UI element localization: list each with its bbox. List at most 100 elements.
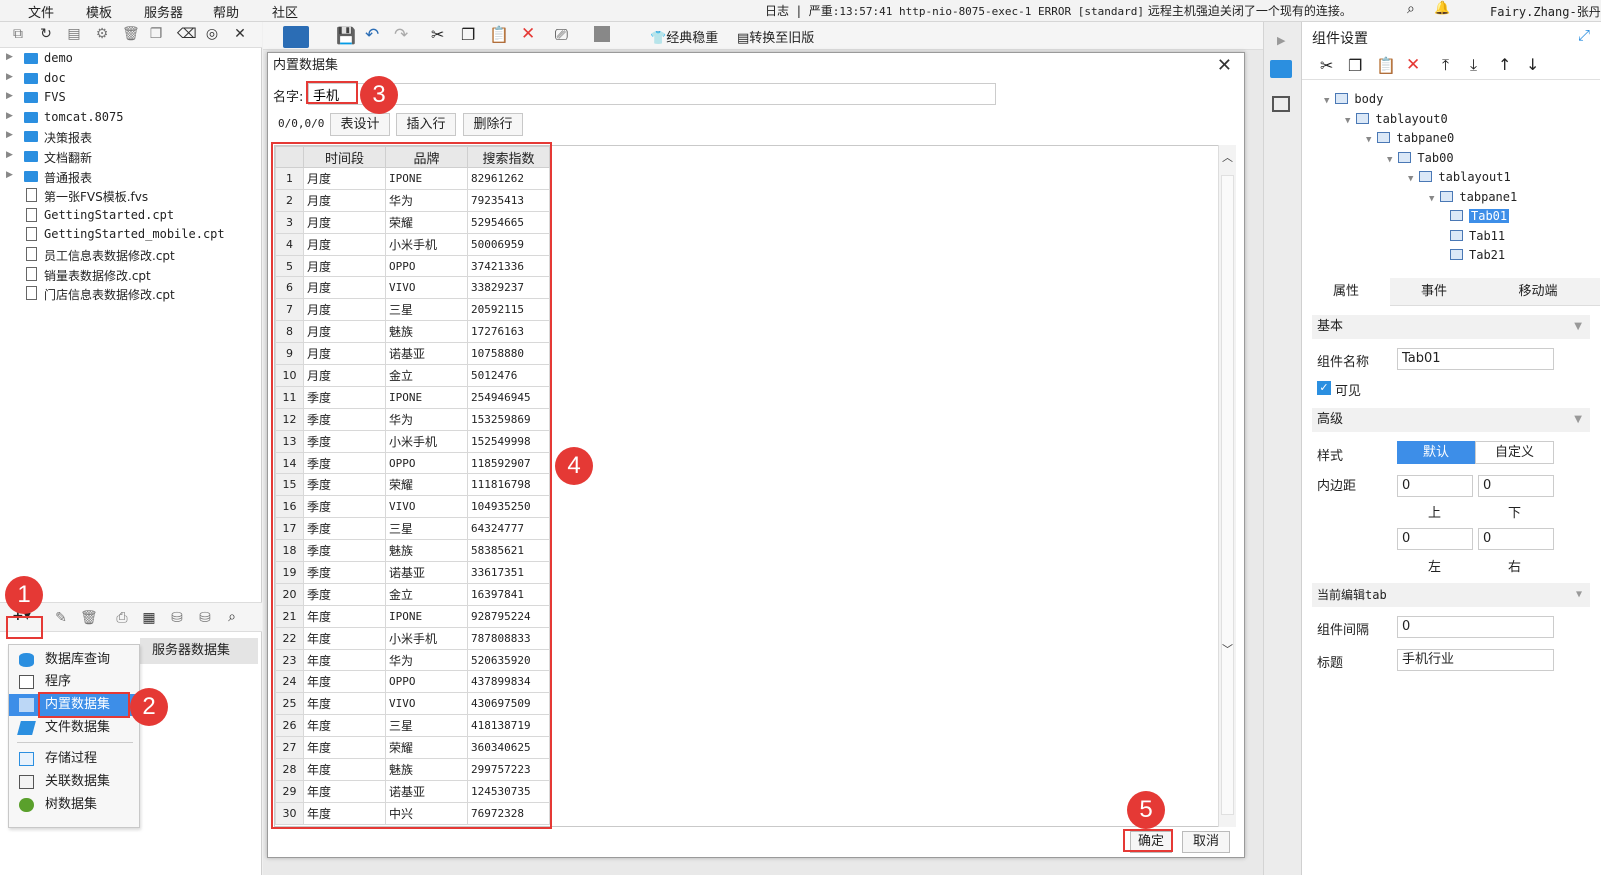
chevron-down-icon[interactable]: ▼ bbox=[1387, 155, 1392, 165]
preview-icon[interactable]: ⎙ bbox=[114, 610, 130, 626]
collapse-icon[interactable]: ✕ bbox=[232, 26, 248, 42]
pin-icon[interactable]: ⤢ bbox=[1578, 26, 1590, 44]
refresh-icon[interactable]: ↻ bbox=[38, 26, 54, 42]
style-custom-button[interactable]: 自定义 bbox=[1475, 441, 1554, 464]
cancel-button[interactable]: 取消 bbox=[1182, 831, 1230, 853]
tab-events[interactable]: 事件 bbox=[1390, 278, 1478, 306]
chevron-right-icon[interactable]: ▶ bbox=[6, 52, 13, 62]
redo-icon[interactable]: ↷ bbox=[394, 25, 408, 45]
delete-icon[interactable]: ✕ bbox=[1406, 55, 1420, 75]
menu-file-dataset[interactable]: 文件数据集 bbox=[9, 717, 139, 739]
move-down-icon[interactable]: ↓ bbox=[1526, 55, 1539, 74]
padding-bottom-input[interactable]: 0 bbox=[1478, 475, 1554, 497]
basic-section[interactable]: 基本 ▼ bbox=[1312, 315, 1590, 339]
delete-icon[interactable]: ✕ bbox=[521, 24, 535, 44]
server-dataset-tab[interactable]: 服务器数据集 bbox=[140, 638, 258, 664]
checkbox-icon[interactable]: ✓ bbox=[1317, 381, 1331, 395]
menu-server[interactable]: 服务器 bbox=[144, 2, 183, 21]
component-tree-item[interactable]: ▼ Tab00 bbox=[1387, 151, 1454, 165]
component-tree-item[interactable]: ▼ tabpane0 bbox=[1366, 131, 1454, 145]
paste-icon[interactable]: 📋 bbox=[1376, 56, 1396, 75]
chevron-right-icon[interactable]: ▶ bbox=[6, 130, 13, 140]
sql-icon[interactable]: ▦ bbox=[141, 610, 157, 626]
menu-tree-dataset[interactable]: 树数据集 bbox=[9, 794, 139, 816]
copy-icon[interactable]: ❐ bbox=[461, 25, 475, 44]
component-tree-item[interactable]: ▼ body bbox=[1324, 92, 1383, 106]
scroll-thumb[interactable] bbox=[1221, 175, 1234, 815]
delete-row-button[interactable]: 删除行 bbox=[463, 113, 523, 136]
edit-icon[interactable]: ✎ bbox=[53, 610, 69, 626]
menu-file[interactable]: 文件 bbox=[28, 2, 54, 21]
chevron-down-icon[interactable]: ▼ bbox=[1366, 135, 1371, 145]
remove-icon[interactable]: 🗑 bbox=[80, 610, 98, 626]
search-dataset-icon[interactable]: ⌕ bbox=[224, 609, 240, 625]
paste-icon[interactable]: 📋 bbox=[489, 25, 509, 44]
vertical-scrollbar[interactable]: ︿ ﹀ bbox=[1218, 145, 1236, 827]
menu-joined-dataset[interactable]: 关联数据集 bbox=[9, 771, 139, 793]
close-icon[interactable]: ✕ bbox=[1217, 55, 1232, 76]
menu-stored-procedure[interactable]: 存储过程 bbox=[9, 748, 139, 770]
table-design-button[interactable]: 表设计 bbox=[330, 113, 390, 136]
component-tree-item[interactable]: Tab11 bbox=[1450, 229, 1505, 243]
cut-icon[interactable]: ✂ bbox=[1320, 56, 1333, 75]
title-input[interactable]: 手机行业 bbox=[1397, 649, 1554, 671]
tab-properties[interactable]: 属性 bbox=[1302, 278, 1390, 306]
database-icon[interactable]: ⛁ bbox=[169, 610, 185, 626]
expand-icon[interactable]: ▶ bbox=[1277, 34, 1285, 47]
menu-template[interactable]: 模板 bbox=[86, 2, 112, 21]
cut-icon[interactable]: ✂ bbox=[431, 25, 444, 44]
open-icon[interactable]: ▤ bbox=[66, 26, 82, 42]
component-tree-item[interactable]: ▼ tabpane1 bbox=[1429, 190, 1517, 204]
padding-top-input[interactable]: 0 bbox=[1397, 475, 1473, 497]
new-file-icon[interactable]: ⧉ bbox=[10, 26, 26, 42]
component-tree-item[interactable]: ▼ tablayout1 bbox=[1408, 170, 1511, 184]
move-bottom-icon[interactable]: ⤓ bbox=[1470, 55, 1477, 75]
scroll-up-icon[interactable]: ︿ bbox=[1222, 149, 1233, 165]
advanced-section[interactable]: 高级 ▼ bbox=[1312, 408, 1590, 432]
bell-icon[interactable]: 🔔 bbox=[1434, 1, 1450, 16]
spacing-input[interactable]: 0 bbox=[1397, 616, 1554, 638]
log-bar[interactable]: 日志 | 严重:13:57:41 http-nio-8075-exec-1 ER… bbox=[765, 2, 1352, 19]
name-field[interactable] bbox=[308, 83, 996, 105]
user-name[interactable]: Fairy.Zhang-张丹 bbox=[1490, 3, 1601, 20]
save-icon[interactable]: 💾 bbox=[336, 26, 356, 45]
layout-icon[interactable] bbox=[1272, 96, 1290, 112]
menu-program[interactable]: 程序 bbox=[9, 671, 139, 693]
chevron-right-icon[interactable]: ▶ bbox=[6, 91, 13, 101]
component-tree-item[interactable]: Tab21 bbox=[1450, 248, 1505, 262]
chevron-down-icon[interactable]: ▼ bbox=[1345, 116, 1350, 126]
scroll-down-icon[interactable]: ﹀ bbox=[1222, 641, 1233, 657]
copy-icon[interactable]: ❐ bbox=[1348, 56, 1362, 75]
trash-icon[interactable]: ⌫ bbox=[177, 26, 197, 42]
component-tree-item[interactable]: Tab01 bbox=[1450, 209, 1510, 223]
insert-row-button[interactable]: 插入行 bbox=[396, 113, 456, 136]
undo-icon[interactable]: ↶ bbox=[365, 25, 379, 45]
chevron-right-icon[interactable]: ▶ bbox=[6, 111, 13, 121]
locate-icon[interactable]: ◎ bbox=[204, 26, 220, 42]
search-icon[interactable]: ⌕ bbox=[1407, 1, 1415, 17]
chevron-down-icon[interactable]: ▼ bbox=[1408, 174, 1413, 184]
chevron-down-icon[interactable]: ▼ bbox=[1429, 194, 1434, 204]
menu-community[interactable]: 社区 bbox=[272, 2, 298, 21]
widget-icon[interactable] bbox=[283, 26, 309, 48]
settings-icon[interactable]: ⚙ bbox=[94, 26, 110, 42]
convert-old-button[interactable]: ▤转换至旧版 bbox=[737, 27, 814, 46]
widget-name-field[interactable]: Tab01 bbox=[1397, 348, 1554, 370]
component-settings-icon[interactable] bbox=[1270, 60, 1292, 78]
copy-icon[interactable]: ❐ bbox=[148, 26, 164, 42]
padding-left-input[interactable]: 0 bbox=[1397, 528, 1473, 550]
menu-db-query[interactable]: 数据库查询 bbox=[9, 649, 139, 671]
chevron-right-icon[interactable]: ▶ bbox=[6, 170, 13, 180]
delete-icon[interactable]: 🗑 bbox=[122, 26, 140, 42]
tab-mobile[interactable]: 移动端 bbox=[1478, 278, 1598, 306]
chevron-down-icon[interactable]: ▼ bbox=[1324, 96, 1329, 106]
classic-theme-button[interactable]: 👕经典稳重 bbox=[650, 27, 718, 46]
chevron-right-icon[interactable]: ▶ bbox=[6, 72, 13, 82]
preview-icon[interactable]: ⎚ bbox=[555, 25, 568, 45]
template-icon[interactable] bbox=[594, 26, 610, 42]
style-default-button[interactable]: 默认 bbox=[1397, 441, 1475, 464]
database-cache-icon[interactable]: ⛁ bbox=[197, 610, 213, 626]
padding-right-input[interactable]: 0 bbox=[1478, 528, 1554, 550]
move-up-icon[interactable]: ↑ bbox=[1498, 55, 1511, 74]
component-tree-item[interactable]: ▼ tablayout0 bbox=[1345, 112, 1448, 126]
